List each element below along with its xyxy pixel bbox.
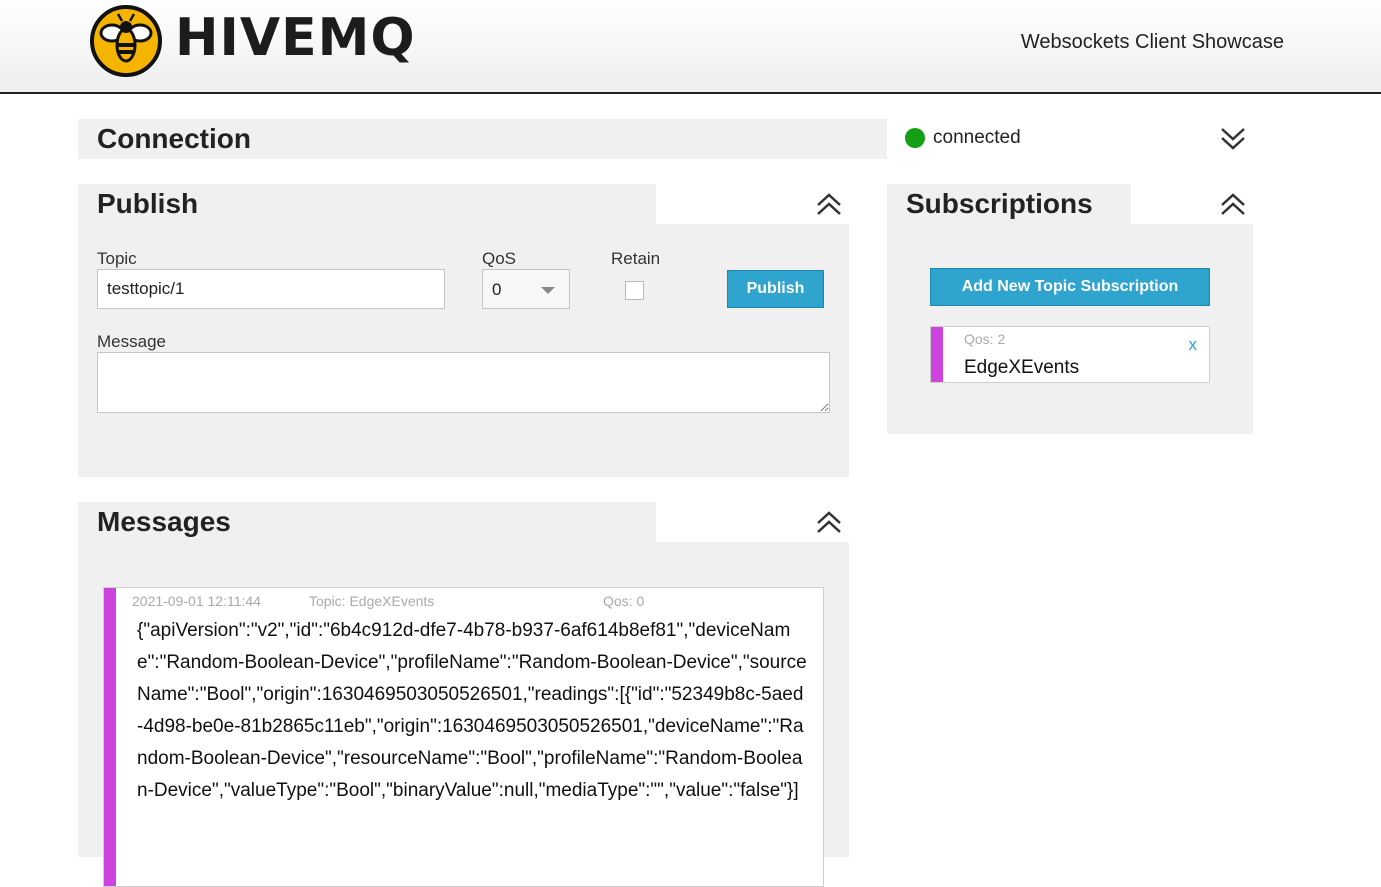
retain-checkbox[interactable] <box>625 281 644 300</box>
publish-panel <box>78 224 849 477</box>
app-header: HIVEMQ Websockets Client Showcase <box>0 0 1381 94</box>
messages-title[interactable]: Messages <box>78 502 656 542</box>
retain-label: Retain <box>611 249 661 268</box>
connection-status-dot <box>905 128 925 148</box>
topic-label: Topic <box>97 249 137 268</box>
publish-button[interactable]: Publish <box>727 270 824 308</box>
qos-select[interactable]: 0 <box>482 269 570 309</box>
caret-down-icon <box>541 287 555 294</box>
subscription-topic: EdgeXEvents <box>964 357 1080 378</box>
chevron-double-down-icon[interactable] <box>1220 126 1246 152</box>
message-payload: {"apiVersion":"v2","id":"6b4c912d-dfe7-4… <box>137 620 807 801</box>
message-item: 2021-09-01 12:11:44 Topic: EdgeXEvents Q… <box>103 587 824 887</box>
publish-title[interactable]: Publish <box>78 184 656 224</box>
chevron-double-up-icon[interactable] <box>1220 192 1246 218</box>
chevron-double-up-icon[interactable] <box>816 192 842 218</box>
qos-label: QoS <box>482 249 517 268</box>
message-label: Message <box>97 332 166 351</box>
message-timestamp: 2021-09-01 12:11:44 <box>132 593 261 609</box>
message-color-bar <box>104 588 116 886</box>
hivemq-bee-logo-icon <box>90 5 162 77</box>
chevron-double-up-icon[interactable] <box>816 510 842 536</box>
subscription-qos: Qos: 2 <box>964 331 1006 347</box>
message-topic: Topic: EdgeXEvents <box>309 593 435 609</box>
connection-status-text: connected <box>933 127 1021 148</box>
remove-subscription-button[interactable]: x <box>1189 335 1198 355</box>
logo-text: HIVEMQ <box>175 8 416 68</box>
add-subscription-button[interactable]: Add New Topic Subscription <box>930 268 1210 306</box>
connection-title[interactable]: Connection <box>78 119 887 159</box>
qos-select-value: 0 <box>492 280 502 299</box>
header-subtitle: Websockets Client Showcase <box>1020 31 1284 53</box>
message-qos: Qos: 0 <box>603 593 645 609</box>
topic-input[interactable] <box>97 269 445 309</box>
subscription-color-bar <box>931 327 943 382</box>
message-textarea[interactable] <box>97 352 830 413</box>
subscriptions-title[interactable]: Subscriptions <box>887 184 1131 224</box>
subscription-item[interactable]: Qos: 2 EdgeXEvents x <box>930 326 1210 383</box>
